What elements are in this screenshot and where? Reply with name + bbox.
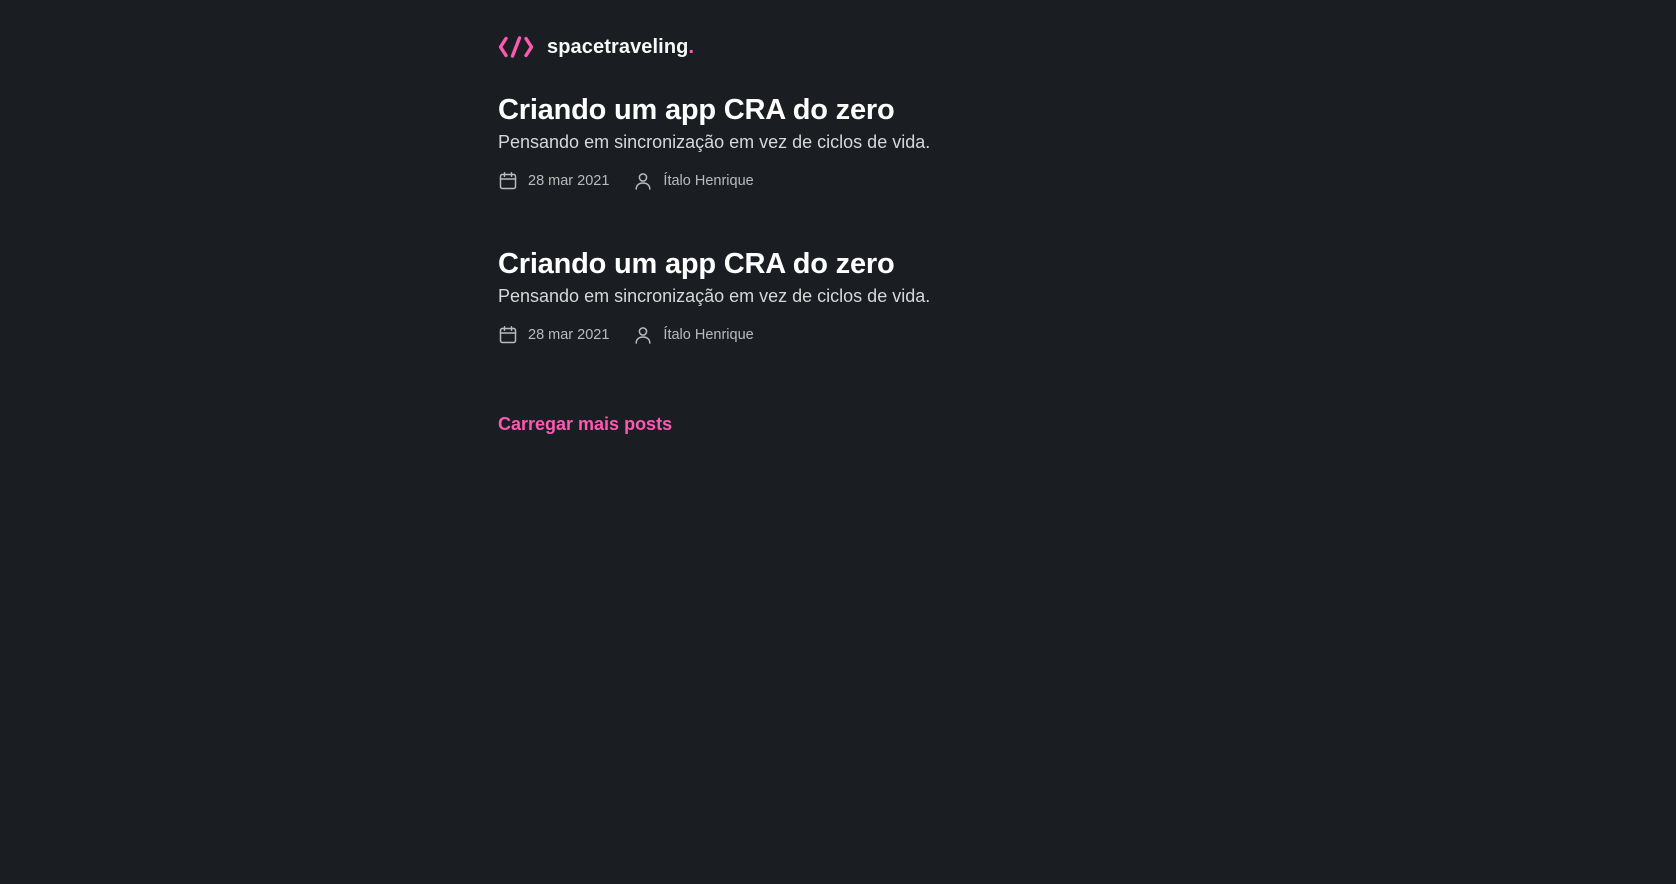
- post-author-text: Ítalo Henrique: [663, 173, 754, 189]
- logo-text: spacetraveling: [547, 36, 689, 58]
- post-date: 28 mar 2021: [498, 325, 609, 345]
- post-subtitle: Pensando em sincronização em vez de cicl…: [498, 132, 931, 152]
- post-title[interactable]: Criando um app CRA do zero: [498, 246, 1198, 282]
- post-subtitle: Pensando em sincronização em vez de cicl…: [498, 286, 931, 306]
- logo-link[interactable]: spacetraveling.: [498, 33, 694, 61]
- post-title[interactable]: Criando um app CRA do zero: [498, 92, 1198, 128]
- calendar-icon: [499, 172, 517, 190]
- post-meta: 28 mar 2021 Ítalo Henrique: [498, 324, 1198, 346]
- post-date-text: 28 mar 2021: [528, 173, 610, 189]
- user-icon: [635, 327, 651, 344]
- post-date: 28 mar 2021: [498, 171, 609, 191]
- logo-dot: .: [688, 36, 695, 58]
- post-author-text: Ítalo Henrique: [663, 327, 754, 343]
- user-icon: [635, 173, 651, 190]
- post-meta: 28 mar 2021 Ítalo Henrique: [498, 170, 1198, 192]
- post-date-text: 28 mar 2021: [528, 327, 610, 343]
- page: spacetraveling. Criando um app CRA do ze…: [0, 0, 1676, 884]
- code-brackets-icon: [498, 36, 534, 58]
- calendar-icon: [499, 326, 517, 344]
- post-card[interactable]: Criando um app CRA do zero Pensando em s…: [498, 246, 1198, 346]
- post-author: Ítalo Henrique: [633, 171, 754, 191]
- load-more-button[interactable]: Carregar mais posts: [498, 412, 672, 436]
- post-author: Ítalo Henrique: [633, 325, 754, 345]
- post-card[interactable]: Criando um app CRA do zero Pensando em s…: [498, 92, 1198, 192]
